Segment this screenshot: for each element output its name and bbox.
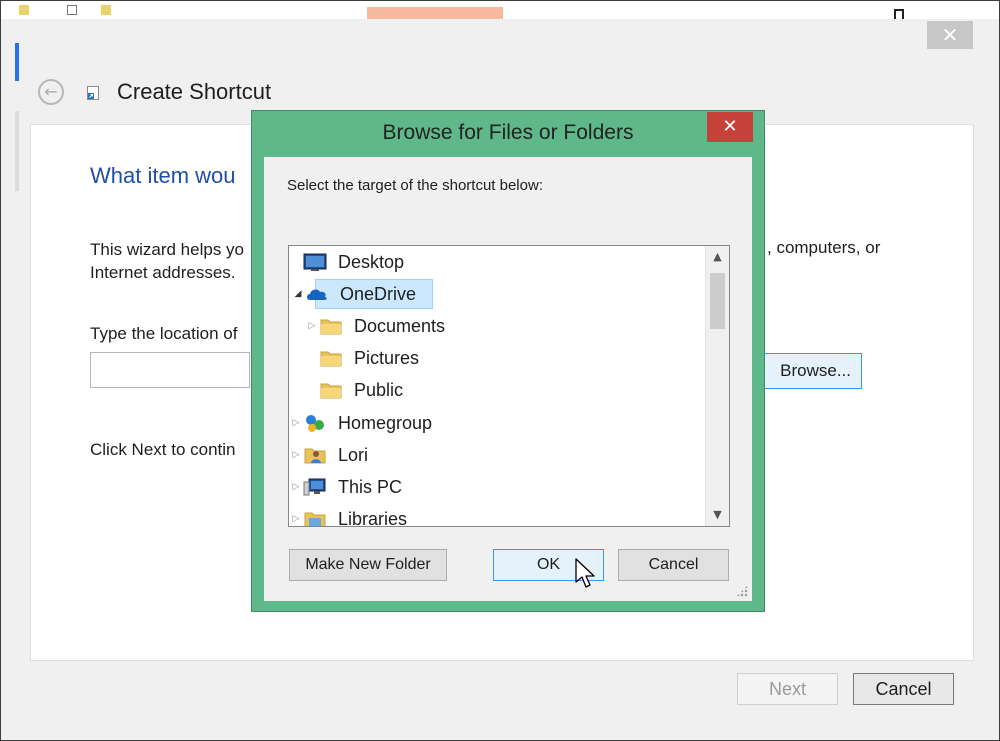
scroll-up-icon[interactable]: ▲ <box>706 246 729 268</box>
back-button[interactable]: ← <box>38 79 64 105</box>
mouse-cursor-icon <box>575 558 595 588</box>
dialog-cancel-button[interactable]: Cancel <box>618 549 729 581</box>
dialog-close-button[interactable]: ✕ <box>707 112 753 142</box>
next-hint-text: Click Next to contin <box>90 440 236 459</box>
folder-icon <box>320 319 342 335</box>
dialog-title: Browse for Files or Folders <box>382 121 634 144</box>
dialog-client-area: Select the target of the shortcut below:… <box>264 157 752 601</box>
expand-icon[interactable]: ▷ <box>289 514 303 524</box>
tree-item-label: OneDrive <box>340 283 417 304</box>
folder-icon <box>101 5 111 15</box>
wizard-question-heading: What item wou <box>90 163 236 188</box>
wizard-cancel-button[interactable]: Cancel <box>853 673 954 705</box>
tree-item-label: Public <box>354 379 404 400</box>
background-accent <box>15 43 19 81</box>
browse-dialog: Browse for Files or Folders ✕ Select the… <box>251 110 765 612</box>
desktop-icon <box>303 253 327 271</box>
background-edge <box>15 111 19 191</box>
tree-scrollbar[interactable]: ▲ ▼ <box>705 246 729 526</box>
tree-item-label: Documents <box>354 315 446 336</box>
tree-item-label: Desktop <box>338 251 405 272</box>
location-label: Type the location of <box>90 324 238 343</box>
make-new-folder-button[interactable]: Make New Folder <box>289 549 447 581</box>
dialog-prompt: Select the target of the shortcut below: <box>287 177 543 194</box>
tree-item-pictures[interactable]: Pictures <box>305 344 422 372</box>
browse-button[interactable]: Browse... <box>764 353 862 389</box>
next-button[interactable]: Next <box>737 673 838 705</box>
resize-grip-icon[interactable] <box>736 585 748 597</box>
folder-icon <box>320 383 342 399</box>
homegroup-icon <box>306 415 324 432</box>
user-folder-icon <box>304 448 326 464</box>
tree-item-onedrive[interactable]: ◢ OneDrive <box>289 280 419 308</box>
wizard-intro-text-continued: , computers, or <box>767 238 881 257</box>
shortcut-icon <box>87 86 99 100</box>
folder-icon <box>19 5 29 15</box>
tree-item-label: Lori <box>338 444 369 465</box>
tree-item-lori[interactable]: ▷ Lori <box>289 441 371 469</box>
scroll-down-icon[interactable]: ▼ <box>706 504 729 526</box>
expand-icon[interactable]: ▷ <box>289 482 303 492</box>
collapse-icon[interactable]: ◢ <box>291 289 305 299</box>
folder-tree[interactable]: Desktop ◢ OneDrive ▷ Documents Pictures … <box>288 245 730 527</box>
tree-item-label: Homegroup <box>338 412 433 433</box>
computer-icon <box>303 478 326 496</box>
tree-item-public[interactable]: Public <box>305 376 406 404</box>
tree-item-label: Pictures <box>354 347 420 368</box>
tree-item-this-pc[interactable]: ▷ This PC <box>289 473 405 501</box>
onedrive-icon <box>307 289 327 300</box>
tree-item-documents[interactable]: ▷ Documents <box>305 312 448 340</box>
tree-item-desktop[interactable]: Desktop <box>289 248 407 276</box>
libraries-icon <box>304 512 326 526</box>
expand-icon[interactable]: ▷ <box>289 450 303 460</box>
expand-icon[interactable]: ▷ <box>289 418 303 428</box>
tree-item-homegroup[interactable]: ▷ Homegroup <box>289 409 435 437</box>
document-icon <box>67 5 77 15</box>
scrollbar-thumb[interactable] <box>710 273 725 329</box>
tree-item-label: This PC <box>338 476 403 497</box>
tree-item-label: Libraries <box>338 508 408 527</box>
folder-icon <box>320 351 342 367</box>
location-input[interactable] <box>90 352 250 388</box>
expand-icon[interactable]: ▷ <box>305 321 319 331</box>
screenshot-frame: ✕ ← Create Shortcut What item wou This w… <box>0 0 1000 741</box>
tree-item-libraries[interactable]: ▷ Libraries <box>289 505 410 527</box>
wizard-close-button[interactable]: ✕ <box>927 21 973 49</box>
wizard-title: Create Shortcut <box>117 79 272 104</box>
background-window-strip <box>1 1 999 21</box>
